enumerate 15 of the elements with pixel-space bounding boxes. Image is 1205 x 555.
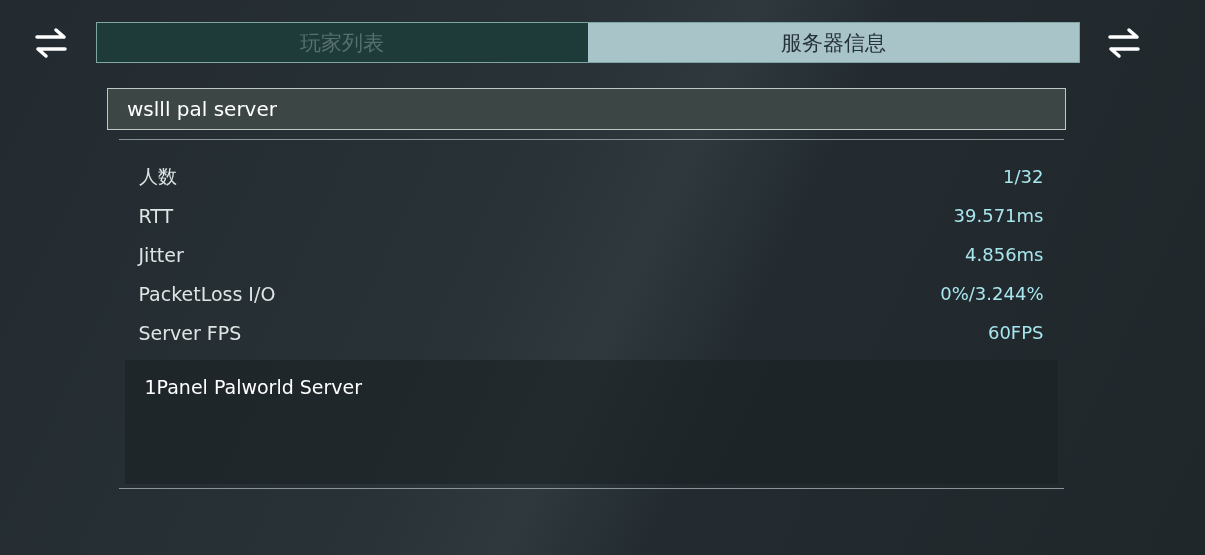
stat-label: Server FPS [138, 321, 242, 344]
stat-value: 39.571ms [953, 205, 1044, 226]
swap-icon[interactable] [34, 26, 68, 59]
server-name-field[interactable]: wslll pal server [107, 88, 1066, 130]
stat-value: 0%/3.244% [940, 283, 1044, 304]
description-text: 1Panel Palworld Server [144, 376, 363, 398]
swap-icon[interactable] [1107, 26, 1141, 59]
stat-label: 人数 [138, 163, 177, 189]
stat-value: 4.856ms [965, 244, 1044, 265]
tab[interactable]: 服务器信息 [587, 23, 1079, 62]
stat-label: PacketLoss I/O [138, 282, 276, 305]
stat-label: Jitter [138, 243, 184, 266]
stat-value: 1/32 [1003, 166, 1044, 187]
stat-value: 60FPS [987, 322, 1044, 343]
stat-label: RTT [138, 204, 174, 227]
